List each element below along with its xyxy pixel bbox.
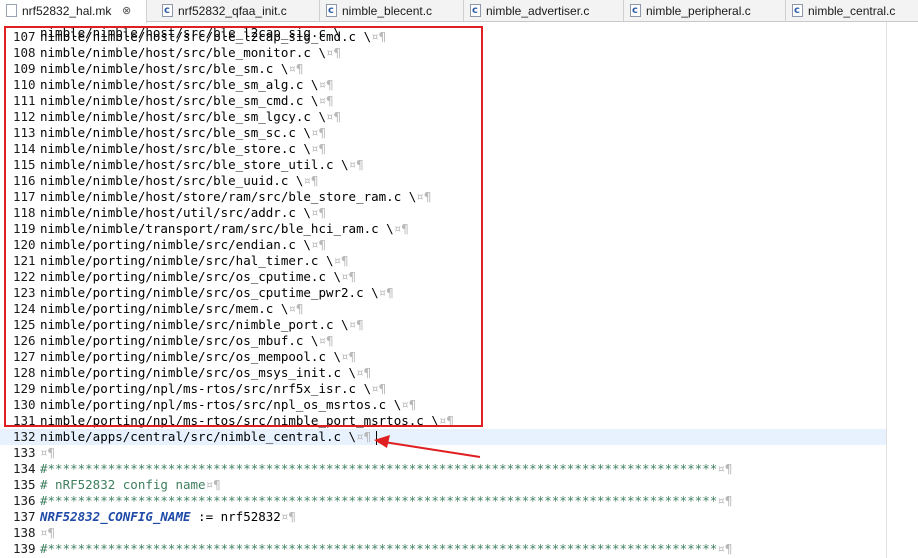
tab-label: nimble_blecent.c (342, 4, 433, 18)
comment-text: #***************************************… (40, 541, 718, 556)
overview-ruler (887, 22, 918, 558)
code-line[interactable]: 139 #************************************… (0, 541, 918, 557)
code-text: ¤¶ (40, 525, 55, 541)
partial-code-line: nimble/nimble/host/src/ble_l2cap_sig.c \ (0, 22, 918, 40)
tab-nrf52832-qfaa-init-c[interactable]: nrf52832_qfaa_init.c (156, 0, 320, 22)
close-icon[interactable]: ⊗ (122, 0, 131, 22)
c-file-icon (162, 0, 173, 22)
tab-label: nimble_central.c (808, 4, 896, 18)
makefile-icon (6, 4, 17, 17)
whitespace-marker: ¤¶ (356, 429, 372, 444)
tab-label: nimble_peripheral.c (646, 4, 751, 18)
whitespace-marker: ¤¶ (280, 509, 296, 524)
whitespace-marker: ¤¶ (205, 477, 221, 492)
code-line[interactable]: 135 # nRF52832 config name¤¶ (0, 477, 918, 493)
code-text: #***************************************… (40, 493, 732, 509)
tab-nimble-central-c[interactable]: nimble_central.c (786, 0, 918, 22)
annotation-arrow (374, 435, 481, 458)
tab-nrf52832-hal-mk[interactable]: nrf52832_hal.mk ⊗ (0, 0, 147, 23)
tab-label: nrf52832_hal.mk (22, 4, 112, 18)
line-content: := nrf52832 (190, 509, 281, 524)
tab-nimble-advertiser-c[interactable]: nimble_advertiser.c (464, 0, 624, 22)
whitespace-marker: ¤¶ (40, 445, 56, 460)
code-text: #***************************************… (40, 541, 732, 557)
line-content: nimble/apps/central/src/nimble_central.c… (40, 429, 357, 444)
line-number: 132 (13, 429, 36, 444)
code-text: nimble/apps/central/src/nimble_central.c… (40, 429, 371, 445)
line-number: 137 (13, 509, 36, 524)
whitespace-marker: ¤¶ (717, 541, 733, 556)
variable-name: NRF52832_CONFIG_NAME (40, 509, 191, 524)
editor-tab-bar: nrf52832_hal.mk ⊗ nrf52832_qfaa_init.c n… (0, 0, 918, 23)
c-file-icon (326, 0, 337, 22)
line-number: 135 (13, 477, 36, 492)
c-file-icon (630, 0, 641, 22)
code-line[interactable]: 137 NRF52832_CONFIG_NAME := nrf52832¤¶ (0, 509, 918, 525)
code-text: NRF52832_CONFIG_NAME := nrf52832¤¶ (40, 509, 296, 525)
line-number: 134 (13, 461, 36, 476)
whitespace-marker: ¤¶ (717, 493, 733, 508)
tab-label: nrf52832_qfaa_init.c (178, 4, 287, 18)
code-text: # nRF52832 config name¤¶ (40, 477, 221, 493)
code-line[interactable]: 136 #************************************… (0, 493, 918, 509)
line-number: 138 (13, 525, 36, 540)
line-number: 133 (13, 445, 36, 460)
tab-label: nimble_advertiser.c (486, 4, 590, 18)
c-file-icon (470, 0, 481, 22)
tab-nimble-peripheral-c[interactable]: nimble_peripheral.c (624, 0, 786, 22)
whitespace-marker: ¤¶ (40, 525, 56, 540)
comment-text: #***************************************… (40, 493, 718, 508)
code-text: ¤¶ (40, 445, 55, 461)
highlight-box (4, 26, 483, 427)
c-file-icon (792, 0, 803, 22)
code-line[interactable]: 138 ¤¶ (0, 525, 918, 541)
line-number: 136 (13, 493, 36, 508)
whitespace-marker: ¤¶ (717, 461, 733, 476)
tab-nimble-blecent-c[interactable]: nimble_blecent.c (320, 0, 464, 22)
comment-text: # nRF52832 config name (40, 477, 206, 492)
line-number: 139 (13, 541, 36, 556)
